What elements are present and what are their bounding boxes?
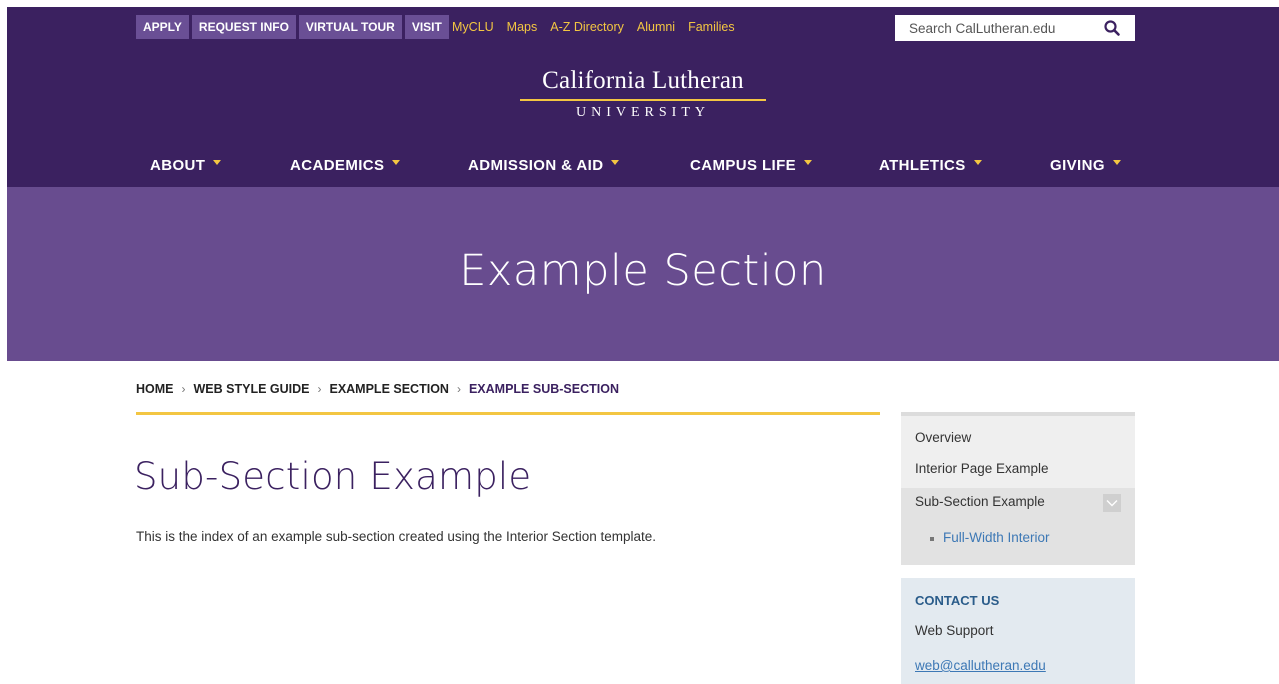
breadcrumb: HOME › WEB STYLE GUIDE › EXAMPLE SECTION…: [136, 382, 619, 396]
bullet-icon: [930, 537, 934, 541]
logo-divider: [520, 99, 766, 101]
nav-label: CAMPUS LIFE: [690, 157, 797, 174]
subnav-item-sub-section[interactable]: Sub-Section Example: [915, 494, 1045, 509]
contact-box: CONTACT US Web Support web@callutheran.e…: [901, 578, 1135, 684]
breadcrumb-example-section[interactable]: EXAMPLE SECTION: [329, 382, 448, 396]
contact-name: Web Support: [915, 623, 994, 638]
myclu-link[interactable]: MyCLU: [452, 20, 494, 34]
nav-item-athletics[interactable]: ATHLETICS: [879, 157, 982, 174]
search-icon[interactable]: [1103, 19, 1121, 37]
contact-email-link[interactable]: web@callutheran.edu: [915, 658, 1046, 673]
breadcrumb-current: EXAMPLE SUB-SECTION: [468, 382, 619, 396]
search-box: [895, 15, 1135, 41]
subnav-item-full-width-interior[interactable]: Full-Width Interior: [943, 530, 1050, 545]
nav-label: GIVING: [1050, 157, 1105, 174]
breadcrumb-home[interactable]: HOME: [136, 382, 174, 396]
maps-link[interactable]: Maps: [507, 20, 538, 34]
logo-subtitle: UNIVERSITY: [576, 105, 710, 120]
search-input[interactable]: [909, 20, 1089, 36]
nav-label: ABOUT: [150, 157, 206, 174]
logo-wordmark: California Lutheran: [542, 67, 744, 94]
site-header: APPLY REQUEST INFO VIRTUAL TOUR VISIT My…: [7, 7, 1279, 187]
nav-label: ACADEMICS: [290, 157, 385, 174]
nav-item-giving[interactable]: GIVING: [1050, 157, 1121, 174]
university-logo[interactable]: California Lutheran UNIVERSITY: [7, 67, 1279, 122]
chevron-right-icon: ›: [317, 382, 322, 396]
nav-label: ADMISSION & AID: [468, 157, 604, 174]
families-link[interactable]: Families: [688, 20, 735, 34]
collapse-toggle[interactable]: [1103, 494, 1121, 512]
caret-down-icon: [804, 160, 813, 165]
breadcrumb-web-style-guide[interactable]: WEB STYLE GUIDE: [194, 382, 310, 396]
chevron-right-icon: ›: [181, 382, 186, 396]
subnav-item-overview[interactable]: Overview: [915, 430, 971, 445]
caret-down-icon: [611, 160, 620, 165]
nav-item-academics[interactable]: ACADEMICS: [290, 157, 401, 174]
banner-title: Example Section: [459, 246, 827, 296]
subnav-item-interior-page[interactable]: Interior Page Example: [915, 461, 1049, 476]
page-title: Sub-Section Example: [134, 455, 532, 498]
section-banner: Example Section: [7, 187, 1279, 361]
chevron-down-icon: [1106, 500, 1118, 507]
caret-down-icon: [392, 160, 401, 165]
caret-down-icon: [1112, 160, 1121, 165]
virtual-tour-button[interactable]: VIRTUAL TOUR: [298, 15, 402, 39]
utility-buttons: APPLY REQUEST INFO VIRTUAL TOUR VISIT: [136, 15, 449, 39]
subnav-item-active: Sub-Section Example: [901, 488, 1135, 518]
nav-item-about[interactable]: ABOUT: [150, 157, 222, 174]
subnav-children: Full-Width Interior: [901, 518, 1135, 565]
nav-item-admission-aid[interactable]: ADMISSION & AID: [468, 157, 620, 174]
content-divider: [136, 412, 880, 415]
visit-button[interactable]: VISIT: [404, 15, 449, 39]
alumni-link[interactable]: Alumni: [637, 20, 675, 34]
request-info-button[interactable]: REQUEST INFO: [191, 15, 296, 39]
contact-heading: CONTACT US: [915, 593, 1000, 608]
nav-label: ATHLETICS: [879, 157, 966, 174]
caret-down-icon: [973, 160, 982, 165]
az-directory-link[interactable]: A-Z Directory: [550, 20, 624, 34]
apply-button[interactable]: APPLY: [136, 15, 189, 39]
intro-text: This is the index of an example sub-sect…: [136, 529, 657, 544]
nav-item-campus-life[interactable]: CAMPUS LIFE: [690, 157, 813, 174]
caret-down-icon: [213, 160, 222, 165]
chevron-right-icon: ›: [456, 382, 461, 396]
main-nav: ABOUT ACADEMICS ADMISSION & AID CAMPUS L…: [7, 157, 1279, 179]
section-subnav: Overview Interior Page Example Sub-Secti…: [901, 412, 1135, 565]
utility-links: MyCLU Maps A-Z Directory Alumni Families: [452, 15, 735, 39]
